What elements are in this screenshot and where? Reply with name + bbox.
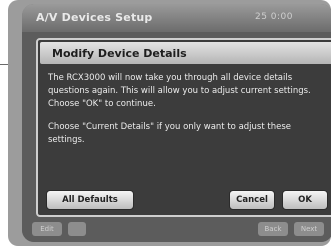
cancel-button[interactable]: Cancel: [229, 190, 275, 210]
window-title: A/V Devices Setup: [36, 11, 153, 24]
all-defaults-button[interactable]: All Defaults: [46, 190, 134, 210]
screen: A/V Devices Setup 25 0:00 Edit Back Next…: [22, 4, 331, 242]
background-icon-button[interactable]: [68, 222, 86, 236]
ok-button[interactable]: OK: [282, 190, 328, 210]
dialog-message-1: The RCX3000 will now take you through al…: [48, 73, 311, 109]
background-back-button[interactable]: Back: [258, 222, 288, 236]
background-edit-button[interactable]: Edit: [32, 222, 62, 236]
dialog-header: Modify Device Details: [40, 42, 331, 64]
modify-device-dialog: Modify Device Details The RCX3000 will n…: [36, 38, 331, 217]
window-title-bar: A/V Devices Setup 25 0:00: [22, 4, 331, 32]
dialog-title: Modify Device Details: [52, 47, 187, 60]
dialog-body: The RCX3000 will now take you through al…: [48, 72, 328, 157]
device-frame: A/V Devices Setup 25 0:00 Edit Back Next…: [8, 0, 331, 246]
window-status: 25 0:00: [254, 12, 293, 22]
background-next-button[interactable]: Next: [294, 222, 324, 236]
dialog-message-2: Choose "Current Details" if you only wan…: [48, 122, 291, 145]
background-button-bar: Edit Back Next: [22, 218, 331, 240]
